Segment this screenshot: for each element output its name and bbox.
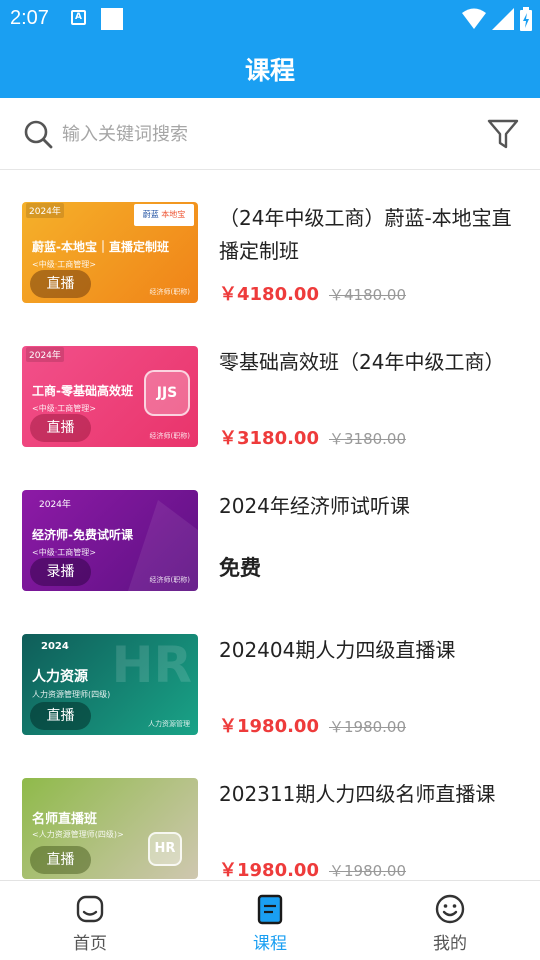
course-item[interactable]: 2024年 蔚蓝 本地宝 蔚蓝-本地宝｜直播定制班 <中级·工商管理> 直播 经… bbox=[0, 180, 540, 324]
page-title: 课程 bbox=[244, 56, 295, 85]
course-item[interactable]: HR 名师直播班 <人力资源管理师(四级)> 直播 202311期人力四级名师直… bbox=[0, 756, 540, 900]
course-thumbnail: HR 名师直播班 <人力资源管理师(四级)> 直播 bbox=[22, 778, 198, 879]
thumb-subtitle: <中级·工商管理> bbox=[32, 404, 96, 413]
badge-text: HR bbox=[154, 841, 176, 856]
tab-course[interactable]: 课程 bbox=[180, 881, 360, 960]
smile-icon bbox=[435, 894, 465, 924]
course-item[interactable]: 2024 HR 人力资源 人力资源管理师(四级) 直播 人力资源管理 20240… bbox=[0, 612, 540, 756]
course-icon bbox=[257, 894, 283, 925]
course-price: ￥1980.00 bbox=[219, 860, 319, 881]
thumb-tag: 直播 bbox=[30, 414, 91, 442]
status-time: 2:07 bbox=[10, 7, 49, 29]
thumb-year: 2024 bbox=[41, 641, 69, 652]
course-original-price: ￥3180.00 bbox=[328, 430, 407, 448]
course-original-price: ￥1980.00 bbox=[328, 862, 407, 880]
thumb-subtitle: 人力资源管理师(四级) bbox=[32, 690, 111, 699]
course-thumbnail: 2024年 蔚蓝 本地宝 蔚蓝-本地宝｜直播定制班 <中级·工商管理> 直播 经… bbox=[22, 202, 198, 303]
thumb-tag: 录播 bbox=[30, 558, 91, 586]
course-thumbnail: 2024年 JJS 工商-零基础高效班 <中级·工商管理> 直播 经济师(职称) bbox=[22, 346, 198, 447]
thumb-title: 名师直播班 bbox=[32, 812, 98, 827]
signal-icon bbox=[492, 8, 514, 30]
thumb-title: 经济师-免费试听课 bbox=[32, 528, 133, 542]
search-bar bbox=[0, 98, 540, 170]
course-thumbnail: 2024年 经济师-免费试听课 <中级·工商管理> 录播 经济师(职称) bbox=[22, 490, 198, 591]
search-input[interactable] bbox=[62, 116, 462, 152]
notification-a-icon: A bbox=[71, 10, 86, 25]
tab-home[interactable]: 首页 bbox=[0, 881, 180, 960]
thumb-subtitle: <中级·工商管理> bbox=[32, 260, 96, 269]
home-icon bbox=[76, 895, 104, 923]
thumb-tag: 直播 bbox=[30, 846, 91, 874]
course-price: ￥3180.00 bbox=[219, 428, 319, 449]
thumb-watermark: 经济师(职称) bbox=[149, 432, 190, 440]
badge-text: JJS bbox=[156, 385, 178, 401]
logo-text-1: 蔚蓝 bbox=[142, 210, 159, 219]
course-name: 2024年经济师试听课 bbox=[219, 494, 410, 518]
course-name: 零基础高效班（24年中级工商） bbox=[219, 350, 505, 374]
thumb-tag: 直播 bbox=[30, 702, 91, 730]
thumb-bg-text: HR bbox=[111, 636, 192, 694]
course-item[interactable]: 2024年 经济师-免费试听课 <中级·工商管理> 录播 经济师(职称) 202… bbox=[0, 468, 540, 612]
course-original-price: ￥4180.00 bbox=[328, 286, 407, 304]
course-info: 零基础高效班（24年中级工商） bbox=[219, 346, 519, 379]
thumb-year: 2024年 bbox=[39, 500, 71, 510]
price-row: ￥1980.00 ￥1980.00 bbox=[219, 856, 406, 882]
status-bar: 2:07 A bbox=[0, 0, 540, 38]
tab-course-label: 课程 bbox=[253, 934, 287, 954]
thumb-subtitle: <中级·工商管理> bbox=[32, 548, 96, 557]
wifi-icon bbox=[462, 8, 486, 29]
thumb-logo-box: 蔚蓝 本地宝 bbox=[134, 204, 194, 226]
thumb-tag: 直播 bbox=[30, 270, 91, 298]
tab-home-label: 首页 bbox=[73, 934, 107, 954]
course-thumbnail: 2024 HR 人力资源 人力资源管理师(四级) 直播 人力资源管理 bbox=[22, 634, 198, 735]
thumb-watermark: 经济师(职称) bbox=[149, 576, 190, 584]
course-name: （24年中级工商）蔚蓝-本地宝直播定制班 bbox=[219, 206, 512, 263]
thumb-watermark: 人力资源管理 bbox=[148, 720, 190, 728]
hexagon-badge-icon: JJS bbox=[144, 370, 190, 416]
course-free-label: 免费 bbox=[219, 556, 261, 580]
course-original-price: ￥1980.00 bbox=[328, 718, 407, 736]
search-icon[interactable] bbox=[22, 118, 54, 150]
hexagon-badge-icon: HR bbox=[148, 832, 182, 866]
bottom-tab-bar: 首页 课程 我的 bbox=[0, 880, 540, 960]
thumb-title: 人力资源 bbox=[32, 669, 88, 685]
course-price: ￥1980.00 bbox=[219, 716, 319, 737]
course-info: （24年中级工商）蔚蓝-本地宝直播定制班 bbox=[219, 202, 519, 268]
course-price: ￥4180.00 bbox=[219, 284, 319, 305]
course-info: 202404期人力四级直播课 bbox=[219, 634, 519, 667]
thumb-subtitle: <人力资源管理师(四级)> bbox=[32, 830, 124, 839]
course-item[interactable]: 2024年 JJS 工商-零基础高效班 <中级·工商管理> 直播 经济师(职称)… bbox=[0, 324, 540, 468]
price-row: ￥1980.00 ￥1980.00 bbox=[219, 712, 406, 738]
filter-icon[interactable] bbox=[486, 117, 520, 151]
battery-icon bbox=[520, 7, 532, 31]
notification-square-icon bbox=[101, 8, 123, 30]
course-info: 2024年经济师试听课 bbox=[219, 490, 519, 523]
logo-text-2: 本地宝 bbox=[161, 210, 186, 219]
course-name: 202404期人力四级直播课 bbox=[219, 638, 456, 662]
thumb-year: 2024年 bbox=[26, 347, 64, 362]
app-bar: 课程 bbox=[0, 38, 540, 98]
course-name: 202311期人力四级名师直播课 bbox=[219, 782, 496, 806]
thumb-year: 2024年 bbox=[26, 203, 64, 218]
thumb-watermark: 经济师(职称) bbox=[149, 288, 190, 296]
thumb-title: 蔚蓝-本地宝｜直播定制班 bbox=[32, 240, 169, 254]
tab-mine-label: 我的 bbox=[433, 934, 467, 954]
course-info: 202311期人力四级名师直播课 bbox=[219, 778, 519, 811]
price-row: ￥4180.00 ￥4180.00 bbox=[219, 280, 406, 306]
price-row: ￥3180.00 ￥3180.00 bbox=[219, 424, 406, 450]
thumb-title: 工商-零基础高效班 bbox=[32, 384, 133, 398]
tab-mine[interactable]: 我的 bbox=[360, 881, 540, 960]
